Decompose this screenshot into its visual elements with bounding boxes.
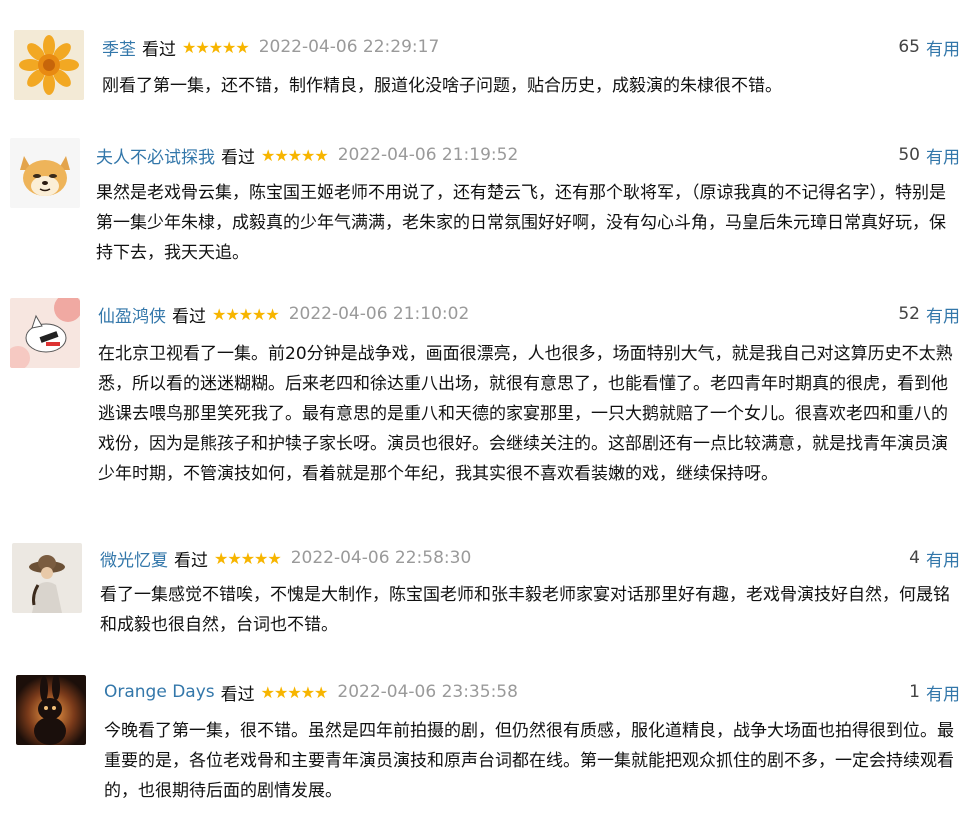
avatar[interactable] xyxy=(16,675,86,745)
vote-count: 1 xyxy=(909,682,920,702)
watch-status: 看过 xyxy=(220,684,255,705)
comment-text: 今晚看了第一集，很不错。虽然是四年前拍摄的剧，但仍然很有质感，服化道精良，战争大… xyxy=(104,721,954,801)
comment-meta: Orange Days 看过 ★★★★★ 2022-04-06 23:35:58 xyxy=(104,680,518,705)
useful-button[interactable]: 有用 xyxy=(926,680,960,705)
comment-time: 2022-04-06 23:35:58 xyxy=(337,682,518,702)
username-link[interactable]: Orange Days xyxy=(104,682,215,702)
comment-item: Orange Days 看过 ★★★★★ 2022-04-06 23:35:58… xyxy=(0,0,970,828)
rabbit-silhouette-icon xyxy=(16,675,86,745)
rating-stars: ★★★★★ xyxy=(260,682,329,702)
useful-vote: 1 有用 xyxy=(909,680,960,705)
